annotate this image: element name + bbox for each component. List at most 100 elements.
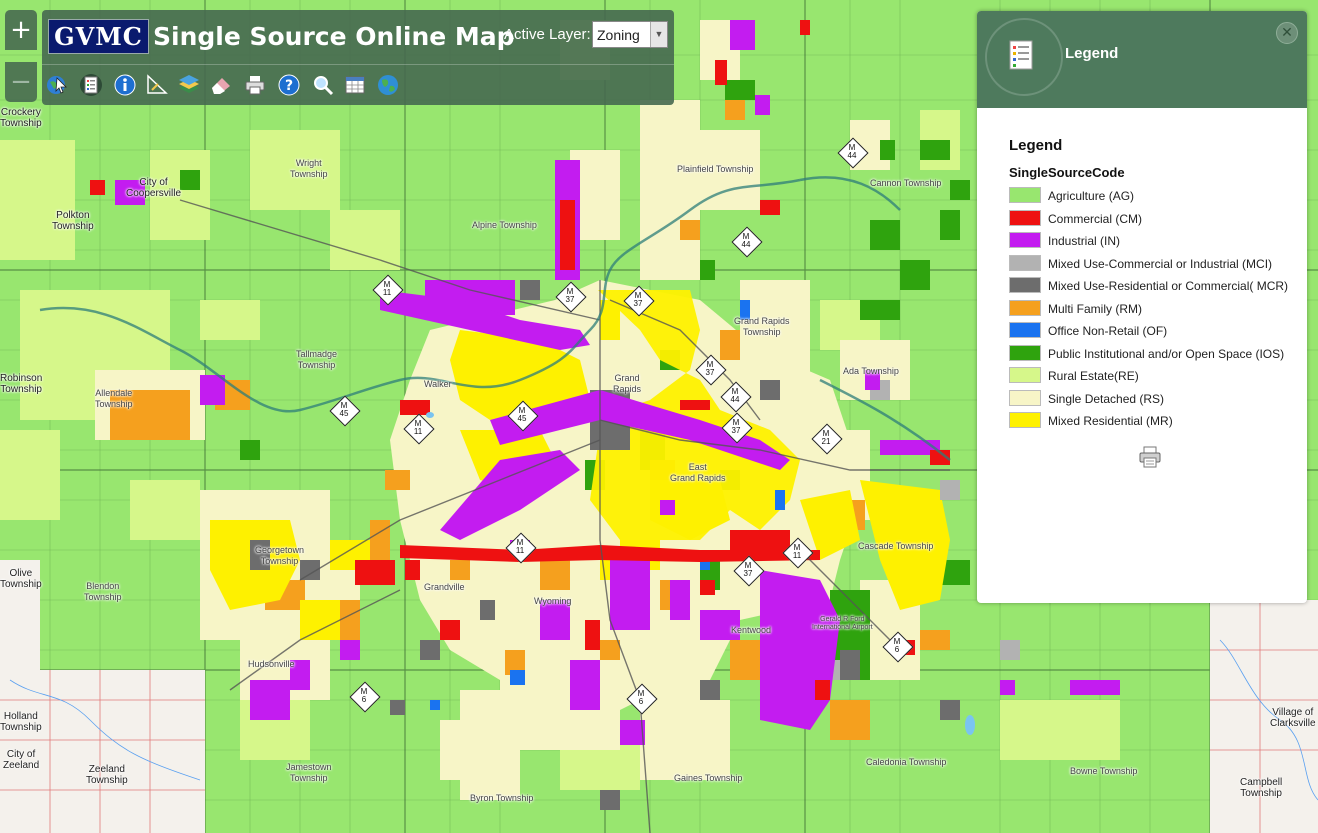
map-label-grand-rapids: Grand Rapids: [613, 373, 642, 394]
map-label-cascade: Cascade Township: [858, 541, 934, 551]
map-label-grandville: Grandville: [424, 582, 465, 592]
active-layer-value: Zoning: [597, 27, 640, 43]
legend-panel: Legend ✕ Legend SingleSourceCode Agricul…: [977, 11, 1307, 603]
route-shield-label: M 37: [724, 419, 748, 435]
map-label-bowne: Bowne Township: [1070, 766, 1138, 776]
map-label-zeeland-twp: Zeeland Township: [86, 764, 128, 786]
print-icon[interactable]: [242, 72, 268, 98]
route-shield-label: M 44: [723, 388, 747, 404]
route-shield-number: 37: [731, 426, 741, 435]
legend-field-name: SingleSourceCode: [1009, 165, 1125, 180]
legend-item-label: Mixed Use-Residential or Commercial( MCR…: [1048, 279, 1289, 293]
route-shield-label: M 37: [626, 292, 650, 308]
legend-swatch: [1009, 187, 1041, 203]
map-label-olive: Olive Township: [0, 568, 42, 590]
route-shield-number: 6: [361, 695, 367, 704]
legend-item-label: Public Institutional and/or Open Space (…: [1048, 346, 1285, 361]
search-icon[interactable]: [310, 72, 336, 98]
info-icon[interactable]: [112, 72, 138, 98]
legend-header: Legend ✕: [977, 11, 1307, 108]
legend-item-label: Office Non-Retail (OF): [1048, 324, 1168, 338]
legend-item-label: Agriculture (AG): [1048, 189, 1135, 203]
active-layer-select[interactable]: Zoning ▼: [592, 21, 668, 48]
print-icon[interactable]: [1138, 446, 1162, 468]
map-label-wright: Wright Township: [290, 158, 328, 179]
legend-swatch: [1009, 322, 1041, 338]
legend-swatch: [1009, 232, 1041, 248]
legend-item-label: Rural Estate(RE): [1048, 369, 1139, 383]
map-label-wyoming: Wyoming: [534, 596, 572, 606]
route-shield-number: 6: [638, 697, 644, 706]
legend-swatch: [1009, 344, 1041, 361]
map-toolbar: GVMC Single Source Online Map Active Lay…: [42, 10, 674, 105]
route-shield-number: 37: [743, 569, 753, 578]
route-shield-number: 44: [847, 151, 857, 160]
close-icon[interactable]: ✕: [1276, 22, 1298, 44]
zoom-in-button[interactable]: +: [5, 10, 37, 50]
legend-list-icon: [1005, 39, 1037, 71]
map-label-plainfield: Plainfield Township: [677, 164, 754, 174]
map-label-campbell: Campbell Township: [1240, 777, 1283, 799]
map-label-alpine: Alpine Township: [472, 220, 537, 230]
route-shield-number: 45: [517, 414, 527, 423]
svg-text:?: ?: [285, 78, 293, 94]
map-label-allendale: Allendale Township: [95, 388, 133, 409]
map-label-jamestown: Jamestown Township: [286, 762, 332, 783]
route-shield-number: 44: [730, 395, 740, 404]
legend-item-label: Industrial (IN): [1048, 234, 1121, 248]
legend-swatch: [1009, 389, 1041, 406]
route-shield-number: 45: [339, 409, 349, 418]
route-shield-label: M 37: [558, 288, 582, 304]
route-shield-number: 37: [705, 368, 715, 377]
map-label-blendon: Blendon Township: [84, 581, 122, 602]
app-title: Single Source Online Map: [153, 22, 515, 51]
route-shield-number: 11: [413, 427, 423, 436]
route-shield-label: M 45: [332, 402, 356, 418]
map-label-kentwood: Kentwood: [731, 625, 772, 635]
route-shield-label: M 11: [375, 281, 399, 297]
table-icon[interactable]: [342, 72, 368, 98]
map-label-byron: Byron Township: [470, 793, 534, 803]
legend-item-label: Multi Family (RM): [1048, 301, 1142, 316]
route-shield-number: 37: [633, 299, 643, 308]
map-label-robinson: Robinson Township: [0, 373, 43, 395]
legend-swatch: [1009, 254, 1041, 271]
route-shield-number: 44: [741, 240, 751, 249]
eraser-icon[interactable]: [208, 72, 234, 98]
help-icon[interactable]: ?: [276, 72, 302, 98]
map-label-gaines: Gaines Township: [674, 773, 743, 783]
map-label-crockery: Crockery Township: [0, 107, 42, 129]
globe-cursor-icon[interactable]: [44, 72, 70, 98]
legend-swatch: [1009, 412, 1041, 428]
route-shield-label: M 37: [698, 361, 722, 377]
measure-icon[interactable]: [144, 72, 170, 98]
legend-swatch: [1009, 299, 1041, 316]
legend-swatch: [1009, 367, 1041, 383]
layers-icon[interactable]: [176, 72, 202, 98]
map-label-tallmadge: Tallmadge Township: [296, 349, 338, 370]
route-shield-label: M 11: [406, 420, 430, 436]
route-shield-label: M 44: [734, 233, 758, 249]
chevron-down-icon: ▼: [650, 22, 667, 47]
route-shield-label: M 11: [785, 544, 809, 560]
map-label-walker: Walker: [424, 379, 452, 389]
active-layer-label: Active Layer:: [504, 26, 591, 43]
route-shield-number: 37: [565, 295, 575, 304]
legend-item-label: Single Detached (RS): [1048, 391, 1165, 406]
zoom-out-button[interactable]: −: [5, 62, 37, 102]
map-label-coopersville: City of Coopersville: [126, 177, 182, 199]
legend-title: Legend: [1009, 137, 1063, 154]
map-label-clarksville: Village of Clarksville: [1270, 707, 1316, 729]
route-shield-label: M 11: [508, 539, 532, 555]
list-icon[interactable]: [78, 72, 104, 98]
map-label-polkton: Polkton Township: [52, 210, 94, 232]
map-label-hudsonville: Hudsonville: [248, 659, 295, 669]
world-icon[interactable]: [375, 72, 401, 98]
legend-item-label: Commercial (CM): [1048, 211, 1142, 226]
map-label-holland: Holland Township: [0, 711, 42, 733]
route-shield-label: M 21: [814, 430, 838, 446]
legend-item-label: Mixed Use-Commercial or Industrial (MCI): [1048, 256, 1273, 271]
route-shield-label: M6: [885, 638, 909, 654]
legend-swatch: [1009, 277, 1041, 293]
legend-item-label: Mixed Residential (MR): [1048, 414, 1173, 428]
